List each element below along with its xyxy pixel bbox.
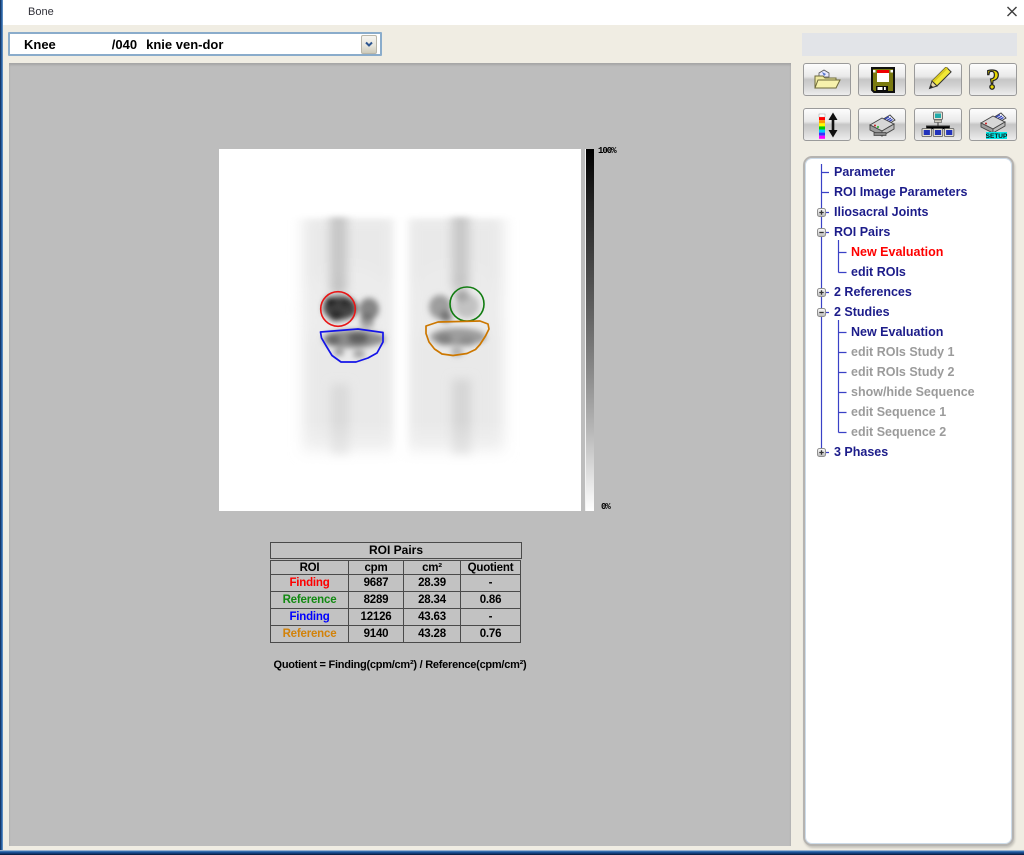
svg-text:?: ? (986, 66, 1000, 94)
svg-text:SETUP: SETUP (986, 133, 1008, 140)
